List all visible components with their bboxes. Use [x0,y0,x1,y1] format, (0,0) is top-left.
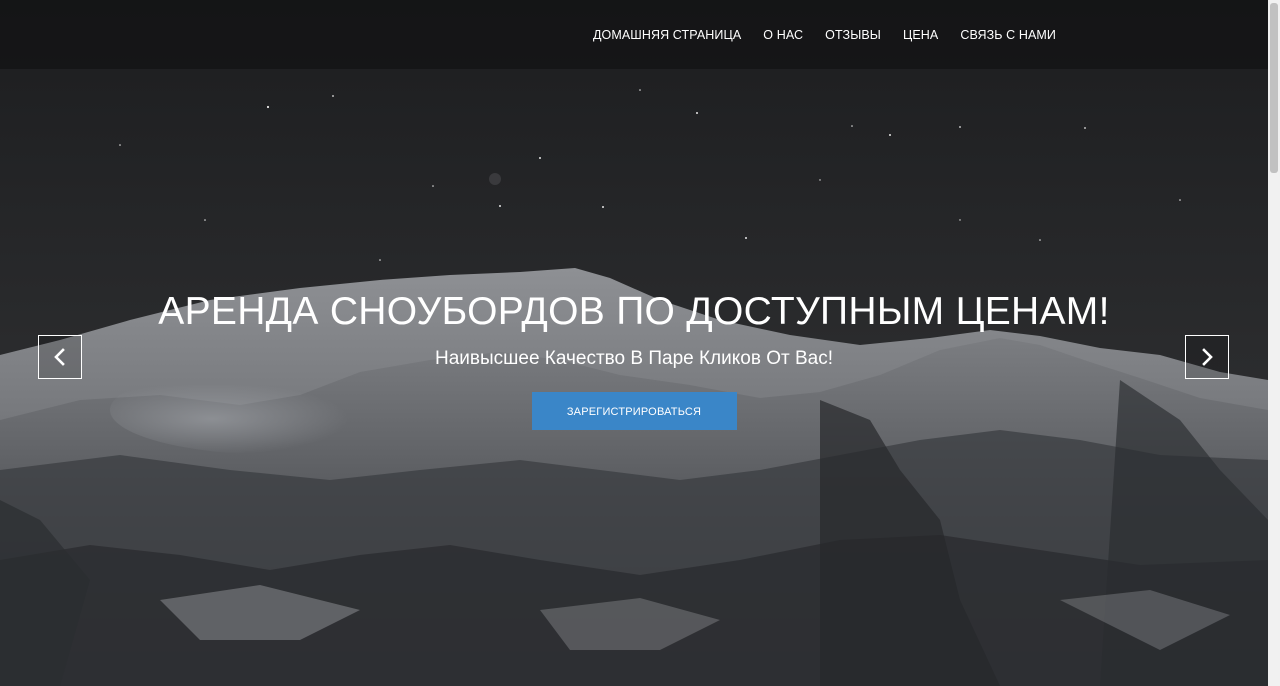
page-scrollbar[interactable] [1268,0,1280,686]
hero-subtitle: Наивысшее Качество В Паре Кликов От Вас! [434,348,834,369]
scrollbar-thumb[interactable] [1270,3,1278,173]
landing-page: ДОМАШНЯЯ СТРАНИЦА О НАС ОТЗЫВЫ ЦЕНА СВЯЗ… [0,0,1280,686]
nav-menu: ДОМАШНЯЯ СТРАНИЦА О НАС ОТЗЫВЫ ЦЕНА СВЯЗ… [593,0,1056,69]
nav-item-about[interactable]: О НАС [763,28,803,42]
hero-title: АРЕНДА СНОУБОРДОВ ПО ДОСТУПНЫМ ЦЕНАМ! [158,290,1110,333]
nav-item-price[interactable]: ЦЕНА [903,28,938,42]
register-button[interactable]: ЗАРЕГИСТРИРОВАТЬСЯ [531,392,737,430]
top-navbar: ДОМАШНЯЯ СТРАНИЦА О НАС ОТЗЫВЫ ЦЕНА СВЯЗ… [0,0,1268,69]
nav-item-contact[interactable]: СВЯЗЬ С НАМИ [960,28,1056,42]
hero-content: АРЕНДА СНОУБОРДОВ ПО ДОСТУПНЫМ ЦЕНАМ! На… [0,284,1268,430]
nav-item-home[interactable]: ДОМАШНЯЯ СТРАНИЦА [593,28,741,42]
nav-item-reviews[interactable]: ОТЗЫВЫ [825,28,881,42]
